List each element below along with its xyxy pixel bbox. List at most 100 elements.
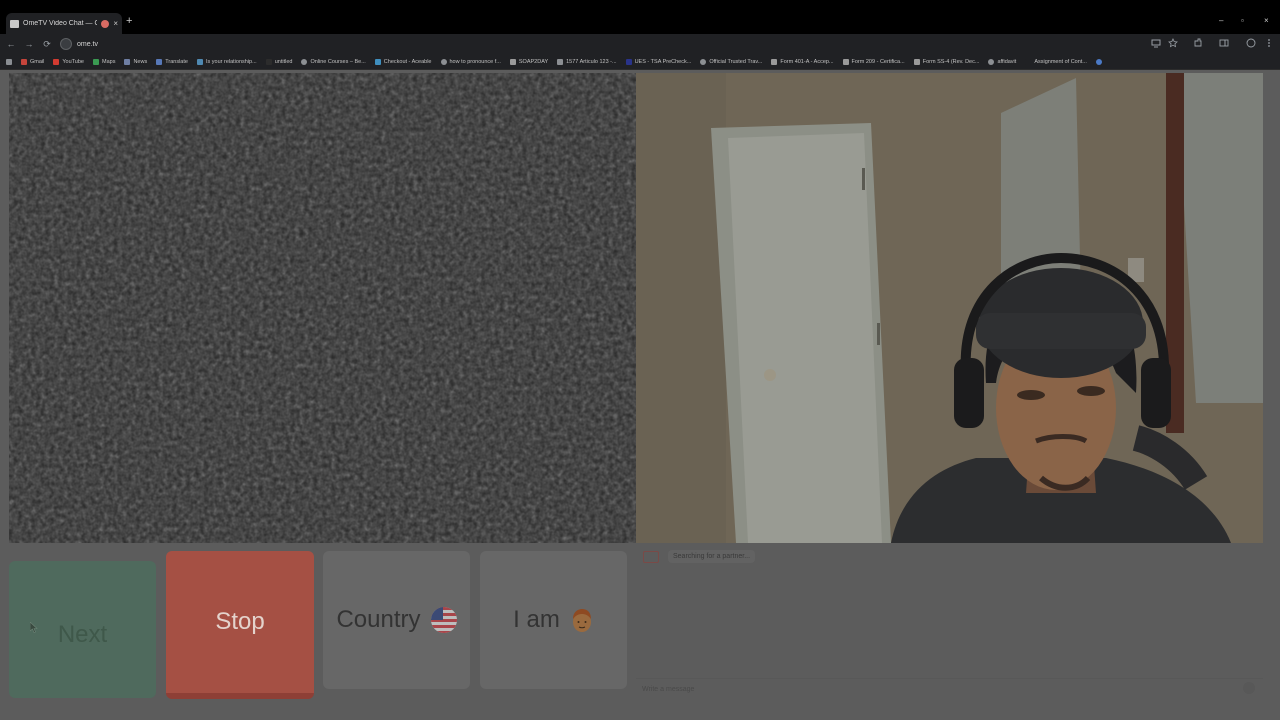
maps-icon: [93, 58, 99, 65]
bookmark-item[interactable]: SOAP2DAY: [509, 58, 549, 65]
bookmark-item[interactable]: Translate: [156, 58, 188, 65]
self-camera-video: [636, 73, 1263, 543]
profile-icon[interactable]: [1246, 38, 1256, 48]
bookmark-item[interactable]: Official Trusted Trav...: [700, 58, 763, 65]
bookmark-item[interactable]: YouTube: [53, 58, 84, 65]
bookmark-label: 1577 Articulo 123 -...: [566, 58, 617, 65]
bookmark-label: untitled: [274, 58, 293, 65]
stop-label: Stop: [215, 608, 265, 635]
bookmark-item[interactable]: affidavit: [988, 58, 1017, 65]
apps-grid-icon[interactable]: [6, 58, 12, 65]
country-button[interactable]: Country: [323, 551, 470, 689]
page-icon: [771, 58, 778, 65]
audio-recording-icon[interactable]: [101, 19, 110, 28]
page-icon: [913, 58, 920, 65]
bookmark-label: how to pronounce f...: [449, 58, 501, 65]
bookmark-label: affidavit: [997, 58, 1017, 65]
bookmark-item[interactable]: UES - TSA PreCheck...: [625, 58, 692, 65]
bookmark-label: Form SS-4 (Rev. Dec...: [922, 58, 980, 65]
install-app-icon[interactable]: [1151, 38, 1161, 48]
bookmark-item[interactable]: Form 209 - Certifica...: [842, 58, 905, 65]
page-icon: [374, 58, 381, 65]
camera-scene: [636, 73, 1263, 543]
google-drive-icon: [1095, 58, 1102, 65]
bookmark-star-icon[interactable]: [1168, 38, 1178, 48]
tab-title: OmeTV Video Chat — Ome: [23, 20, 98, 27]
mouse-cursor-icon: [30, 622, 38, 633]
bookmark-label: Gmail: [30, 58, 45, 65]
minimize-window-button[interactable]: –: [1219, 16, 1223, 26]
page-icon: [196, 58, 203, 65]
new-tab-button[interactable]: +: [126, 14, 132, 28]
page-icon: [1025, 58, 1032, 65]
bookmark-item[interactable]: untitled: [265, 58, 293, 65]
i-am-label: I am: [513, 606, 560, 633]
bookmarks-bar: Gmail YouTube Maps News Translate Is you…: [0, 54, 1280, 70]
bookmark-label: SOAP2DAY: [518, 58, 549, 65]
browser-toolbar: ← → ⟳ ome.tv: [0, 34, 1280, 54]
bookmark-item[interactable]: Assignment of Cont...: [1025, 58, 1087, 65]
bookmark-label: News: [133, 58, 148, 65]
news-icon: [124, 58, 131, 65]
page-icon: [265, 58, 272, 65]
bookmark-item[interactable]: Maps: [93, 58, 116, 65]
google-icon: [440, 58, 447, 65]
bookmark-item[interactable]: Gmail: [21, 58, 45, 65]
bookmark-label: Form 209 - Certifica...: [851, 58, 905, 65]
page-icon: [509, 58, 516, 65]
bookmark-item[interactable]: Form SS-4 (Rev. Dec...: [913, 58, 980, 65]
bookmark-label: Official Trusted Trav...: [709, 58, 763, 65]
bookmark-item[interactable]: Checkout - Aceable: [374, 58, 432, 65]
video-noise: [9, 73, 636, 543]
bookmark-label: UES - TSA PreCheck...: [634, 58, 692, 65]
back-button[interactable]: ←: [2, 39, 20, 49]
forward-button[interactable]: →: [20, 39, 38, 49]
send-icon[interactable]: [1243, 682, 1255, 694]
bookmark-item[interactable]: Form 401-A - Accep...: [771, 58, 834, 65]
tab-close-icon[interactable]: ×: [113, 19, 118, 28]
chat-controls: Next Stop Country I am: [9, 544, 636, 704]
bookmark-item[interactable]: Is your relationship...: [196, 58, 257, 65]
browser-tab-strip: OmeTV Video Chat — Ome × + – ▫ ×: [0, 0, 1280, 34]
next-label: Next: [57, 620, 108, 648]
bookmark-label: Maps: [102, 58, 116, 65]
bookmark-label: Form 401-A - Accep...: [780, 58, 834, 65]
ometv-logo-icon: [643, 551, 659, 563]
us-flag-icon: [430, 607, 457, 633]
address-bar[interactable]: ome.tv: [60, 36, 1140, 52]
bookmark-item[interactable]: Online Courses – Be...: [301, 58, 366, 65]
bookmark-label: Translate: [165, 58, 188, 65]
ometv-page: Next Stop Country I am Searching for a p…: [0, 70, 1280, 720]
extensions-icon[interactable]: [1193, 38, 1203, 48]
close-window-button[interactable]: ×: [1264, 16, 1269, 26]
site-info-icon[interactable]: [60, 38, 72, 50]
translate-icon: [156, 58, 163, 65]
bookmark-item[interactable]: News: [124, 58, 148, 65]
ometv-favicon-icon: [10, 19, 19, 28]
page-icon: [842, 58, 849, 65]
browser-tab-ometv[interactable]: OmeTV Video Chat — Ome ×: [6, 13, 122, 34]
stop-button[interactable]: Stop: [166, 551, 314, 699]
maximize-window-button[interactable]: ▫: [1241, 16, 1244, 26]
bookmark-item[interactable]: [1095, 58, 1102, 65]
country-label: Country: [336, 606, 421, 633]
page-icon: [625, 58, 632, 65]
address-url: ome.tv: [77, 40, 99, 48]
bookmark-label: Assignment of Cont...: [1034, 58, 1087, 65]
text-chat-panel: Searching for a partner... Write a messa…: [636, 544, 1263, 704]
reload-button[interactable]: ⟳: [38, 39, 56, 50]
bookmark-item[interactable]: how to pronounce f...: [440, 58, 501, 65]
globe-icon: [700, 58, 707, 65]
bookmark-label: Online Courses – Be...: [310, 58, 366, 65]
wordpress-icon: [301, 58, 308, 65]
bookmark-label: Is your relationship...: [205, 58, 257, 65]
gmail-icon: [21, 58, 27, 65]
more-menu-icon[interactable]: [1266, 38, 1272, 48]
side-panel-icon[interactable]: [1219, 38, 1229, 48]
i-am-button[interactable]: I am: [480, 551, 627, 689]
partner-video: [9, 73, 636, 543]
chat-message-input[interactable]: Write a message: [636, 678, 1263, 698]
person-face-icon: [572, 609, 591, 632]
bookmark-label: YouTube: [62, 58, 84, 65]
bookmark-item[interactable]: 1577 Articulo 123 -...: [557, 58, 617, 65]
